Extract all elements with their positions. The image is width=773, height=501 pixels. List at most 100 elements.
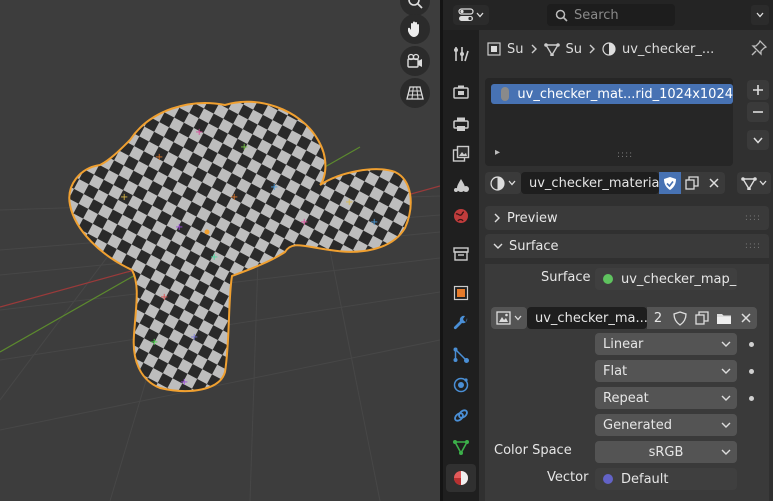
object-icon xyxy=(453,285,469,301)
browse-image-dropdown[interactable] xyxy=(491,307,527,329)
material-slot-item[interactable]: uv_checker_mat...rid_1024x1024 xyxy=(491,84,733,104)
open-image-button[interactable] xyxy=(713,307,735,329)
tab-tool[interactable] xyxy=(446,40,476,68)
svg-text:+: + xyxy=(300,217,308,228)
material-slot-list[interactable]: uv_checker_mat...rid_1024x1024 ▸ :::: xyxy=(485,78,733,166)
node-link-dropdown[interactable] xyxy=(737,172,771,194)
folder-icon xyxy=(717,313,731,324)
shield-icon xyxy=(664,176,676,190)
preview-panel-header[interactable]: Preview :::: xyxy=(485,206,769,230)
search-placeholder: Search xyxy=(574,7,619,23)
tab-object-data[interactable] xyxy=(446,433,476,461)
tab-constraints[interactable] xyxy=(446,402,476,430)
slot-specials-button[interactable] xyxy=(747,130,769,150)
tab-object[interactable] xyxy=(446,279,476,307)
tab-view-layer[interactable] xyxy=(446,140,476,168)
close-icon xyxy=(709,178,719,188)
editor-type-selector[interactable] xyxy=(453,5,489,25)
chevron-down-icon xyxy=(508,180,516,186)
unlink-image-button[interactable] xyxy=(735,307,757,329)
physics-icon xyxy=(453,377,469,393)
list-resize-grip[interactable]: :::: xyxy=(617,150,633,160)
interpolation-socket-dot xyxy=(749,342,754,347)
image-name-field[interactable]: uv_checker_ma... xyxy=(527,307,647,329)
properties-editor: Search Su Su uv_checker_... uv_checker_m… xyxy=(443,0,773,501)
chevron-down-icon xyxy=(721,422,731,428)
svg-text:+: + xyxy=(240,142,248,153)
render-icon xyxy=(453,85,469,99)
tab-material[interactable] xyxy=(446,464,476,492)
search-input[interactable]: Search xyxy=(547,4,675,26)
pin-icon[interactable] xyxy=(751,39,768,60)
material-preview-icon xyxy=(501,87,510,101)
object-icon xyxy=(487,42,501,56)
material-name-field[interactable]: uv_checker_materia... xyxy=(521,172,659,194)
panel-drag-grip[interactable]: :::: xyxy=(745,213,761,223)
data-icon xyxy=(453,440,469,455)
3d-viewport[interactable]: + + + + + + + + + + + + + + + xyxy=(0,0,440,501)
tab-render[interactable] xyxy=(446,78,476,106)
tab-particles[interactable] xyxy=(446,341,476,369)
collection-icon xyxy=(453,247,469,261)
svg-text:+: + xyxy=(195,127,203,138)
tab-output[interactable] xyxy=(446,110,476,138)
fake-user-toggle[interactable] xyxy=(659,172,681,194)
perspective-grid-icon[interactable] xyxy=(400,78,430,108)
duplicate-image-button[interactable] xyxy=(691,307,713,329)
svg-text:+: + xyxy=(190,332,198,343)
fake-user-toggle[interactable] xyxy=(669,307,691,329)
svg-text:+: + xyxy=(210,252,218,263)
scene-icon xyxy=(454,179,469,192)
image-source-select[interactable]: Generated xyxy=(595,414,737,436)
svg-text:+: + xyxy=(120,192,128,203)
search-icon xyxy=(555,9,568,22)
browse-material-dropdown[interactable] xyxy=(485,172,521,194)
svg-text:+: + xyxy=(160,292,168,303)
material-name: uv_checker_materia... xyxy=(529,175,659,191)
camera-view-icon[interactable] xyxy=(400,46,430,76)
color-space-select[interactable]: sRGB xyxy=(595,441,737,463)
image-icon xyxy=(496,311,511,325)
chevron-down-icon xyxy=(721,395,731,401)
header-options-dropdown[interactable] xyxy=(751,5,769,25)
origin-dot xyxy=(204,229,210,235)
material-selector-row: uv_checker_materia... xyxy=(485,172,771,194)
pan-hand-icon[interactable] xyxy=(400,14,430,44)
view-layer-icon xyxy=(452,145,470,162)
interpolation-select[interactable]: Linear xyxy=(595,333,737,355)
chevron-down-icon xyxy=(721,341,731,347)
list-expand-toggle[interactable]: ▸ xyxy=(495,147,500,158)
extension-select[interactable]: Repeat xyxy=(595,387,737,409)
svg-text:+: + xyxy=(345,197,353,208)
image-users-count[interactable]: 2 xyxy=(647,307,669,329)
surface-shader-field[interactable]: uv_checker_map_... xyxy=(595,268,737,290)
panel-drag-grip[interactable]: :::: xyxy=(745,241,761,251)
plus-icon xyxy=(753,85,763,95)
projection-select[interactable]: Flat xyxy=(595,360,737,382)
tab-world[interactable] xyxy=(446,202,476,230)
surface-panel-header[interactable]: Surface :::: xyxy=(485,234,769,258)
chevron-down-icon xyxy=(514,315,522,321)
unlink-material-button[interactable] xyxy=(703,172,725,194)
material-icon xyxy=(454,471,468,485)
add-slot-button[interactable] xyxy=(747,80,769,100)
chevron-down-icon xyxy=(721,368,731,374)
duplicate-material-button[interactable] xyxy=(681,172,703,194)
preview-panel-title: Preview xyxy=(507,210,558,226)
vector-input-field[interactable]: Default xyxy=(595,468,737,490)
chevron-down-icon xyxy=(476,12,484,18)
duplicate-icon xyxy=(695,311,709,325)
image-source-value: Generated xyxy=(603,417,672,433)
tool-icon xyxy=(454,47,469,62)
tab-scene[interactable] xyxy=(446,172,476,200)
viewport-scene: + + + + + + + + + + + + + + + xyxy=(0,100,440,501)
vector-value: Default xyxy=(621,471,669,487)
suzanne-mesh: + + + + + + + + + + + + + + + xyxy=(68,100,412,392)
breadcrumb-object: Su xyxy=(507,41,524,57)
breadcrumb: Su Su uv_checker_... xyxy=(487,38,714,60)
tab-modifiers[interactable] xyxy=(446,310,476,338)
tab-collection[interactable] xyxy=(446,240,476,268)
chevron-right-icon xyxy=(531,44,537,54)
remove-slot-button[interactable] xyxy=(747,102,769,122)
tab-physics[interactable] xyxy=(446,371,476,399)
